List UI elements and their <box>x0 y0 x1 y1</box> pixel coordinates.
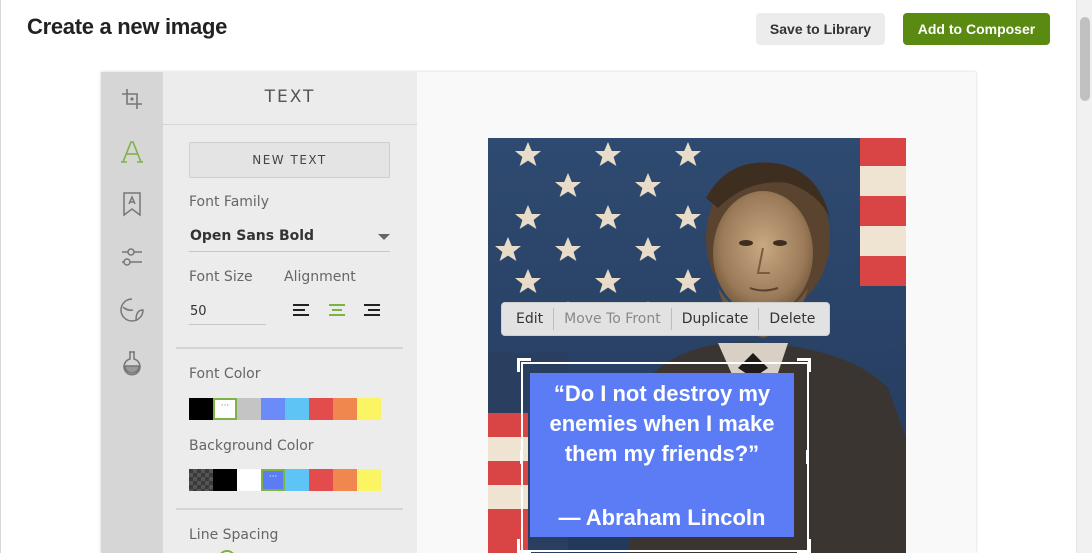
resize-handle-top-left[interactable] <box>517 358 531 372</box>
background-color-swatch-black[interactable] <box>213 469 237 491</box>
sticker-icon[interactable] <box>119 297 145 323</box>
font-family-select[interactable]: Open Sans Bold <box>189 225 390 252</box>
section-divider <box>176 347 403 349</box>
page-left-edge <box>0 0 1 553</box>
resize-handle-top-right[interactable] <box>797 358 811 372</box>
background-color-swatch-blue[interactable] <box>261 469 285 491</box>
background-color-swatch-red[interactable] <box>309 469 333 491</box>
background-color-swatch-light-blue[interactable] <box>285 469 309 491</box>
align-right-icon[interactable] <box>364 304 382 320</box>
font-color-swatches <box>189 398 381 420</box>
font-size-input[interactable] <box>189 298 266 325</box>
font-family-label: Font Family <box>189 194 269 210</box>
resize-handle-bottom-left[interactable] <box>517 539 531 553</box>
align-left-icon[interactable] <box>293 304 311 320</box>
background-color-label: Background Color <box>189 438 314 454</box>
font-color-swatch-black[interactable] <box>189 398 213 420</box>
font-color-swatch-blue[interactable] <box>261 398 285 420</box>
delete-menu-item[interactable]: Delete <box>759 308 825 330</box>
background-color-swatch-white[interactable] <box>237 469 261 491</box>
resize-handle-bottom-right[interactable] <box>797 539 811 553</box>
edit-menu-item[interactable]: Edit <box>506 308 555 330</box>
selection-frame[interactable] <box>521 362 809 552</box>
scrollbar-thumb[interactable] <box>1080 17 1090 101</box>
page-header: Create a new image Save to Library Add t… <box>0 0 1076 60</box>
save-to-library-button[interactable]: Save to Library <box>756 13 885 45</box>
font-color-swatch-yellow[interactable] <box>357 398 381 420</box>
font-color-swatch-light-blue[interactable] <box>285 398 309 420</box>
background-color-swatch-yellow[interactable] <box>357 469 381 491</box>
panel-title: TEXT <box>163 72 417 125</box>
font-color-label: Font Color <box>189 366 261 382</box>
font-family-value: Open Sans Bold <box>190 228 315 244</box>
tool-rail <box>101 72 163 553</box>
line-spacing-label: Line Spacing <box>189 527 279 543</box>
duplicate-menu-item[interactable]: Duplicate <box>672 308 760 330</box>
section-divider <box>176 508 403 510</box>
background-color-swatch-transparent[interactable] <box>189 469 213 491</box>
font-color-swatch-orange[interactable] <box>333 398 357 420</box>
background-color-swatch-orange[interactable] <box>333 469 357 491</box>
resize-handle-right[interactable] <box>806 450 809 464</box>
resize-handle-left[interactable] <box>520 450 523 464</box>
add-to-composer-button[interactable]: Add to Composer <box>903 13 1050 45</box>
new-text-button[interactable]: NEW TEXT <box>189 142 390 178</box>
move-to-front-menu-item[interactable]: Move To Front <box>554 308 672 330</box>
canvas-area: Edit Move To Front Duplicate Delete “Do … <box>417 72 976 553</box>
filters-icon[interactable] <box>119 244 145 270</box>
font-color-swatch-white[interactable] <box>213 398 237 420</box>
alignment-label: Alignment <box>284 269 356 285</box>
page-title: Create a new image <box>27 14 228 39</box>
image-editor: TEXT NEW TEXT Font Family Open Sans Bold… <box>101 72 976 553</box>
font-color-swatch-gray[interactable] <box>237 398 261 420</box>
align-center-icon[interactable] <box>329 304 347 320</box>
text-settings-panel: TEXT NEW TEXT Font Family Open Sans Bold… <box>163 72 417 553</box>
text-icon[interactable] <box>119 139 145 165</box>
text-context-menu: Edit Move To Front Duplicate Delete <box>501 302 831 336</box>
background-color-swatches <box>189 469 381 491</box>
badge-icon[interactable] <box>119 191 145 217</box>
chevron-down-icon <box>378 234 390 240</box>
vertical-scrollbar[interactable] <box>1076 0 1092 553</box>
crop-icon[interactable] <box>119 86 145 112</box>
font-color-swatch-red[interactable] <box>309 398 333 420</box>
flask-icon[interactable] <box>119 350 145 376</box>
font-size-label: Font Size <box>189 269 253 285</box>
